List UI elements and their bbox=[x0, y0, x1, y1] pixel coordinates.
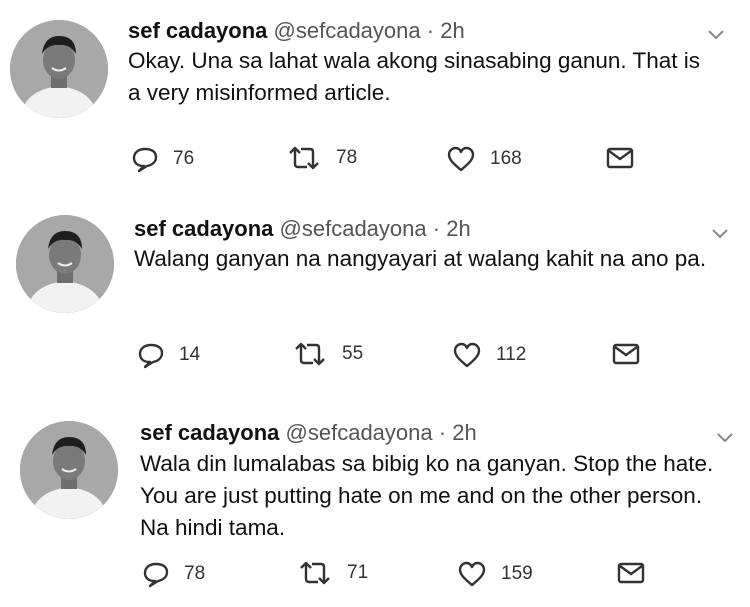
heart-icon bbox=[452, 341, 482, 369]
message-button[interactable] bbox=[617, 562, 645, 584]
separator-dot: · bbox=[438, 420, 447, 445]
chevron-down-icon[interactable] bbox=[710, 226, 730, 240]
avatar[interactable] bbox=[10, 20, 108, 118]
message-button[interactable] bbox=[612, 343, 640, 365]
reply-button[interactable]: 78 bbox=[142, 560, 205, 588]
like-button[interactable]: 159 bbox=[457, 560, 533, 588]
user-handle[interactable]: @sefcadayona bbox=[286, 420, 433, 445]
tweet-text: Wala din lumalabas sa bibig ko na ganyan… bbox=[140, 448, 713, 544]
profile-photo bbox=[16, 215, 114, 313]
tweet[interactable]: sef cadayona @sefcadayona · 2h Wala din … bbox=[0, 400, 750, 607]
retweet-icon bbox=[297, 560, 333, 586]
reply-button[interactable]: 14 bbox=[137, 341, 200, 369]
reply-count: 76 bbox=[173, 148, 195, 169]
timestamp[interactable]: 2h bbox=[440, 18, 464, 43]
retweet-count: 78 bbox=[336, 147, 358, 168]
timestamp[interactable]: 2h bbox=[452, 420, 476, 445]
avatar[interactable] bbox=[20, 421, 118, 519]
reply-icon bbox=[137, 341, 165, 369]
retweet-count: 55 bbox=[342, 343, 364, 364]
envelope-icon bbox=[606, 147, 634, 169]
tweet[interactable]: sef cadayona @sefcadayona · 2h Okay. Una… bbox=[0, 0, 750, 195]
tweet[interactable]: sef cadayona @sefcadayona · 2h Walang ga… bbox=[0, 195, 750, 400]
tweet-text-line: Wala din lumalabas sa bibig ko na ganyan… bbox=[140, 451, 714, 476]
like-count: 168 bbox=[490, 148, 522, 169]
tweet-text-line: You are just putting hate on me and on t… bbox=[140, 483, 703, 508]
retweet-button[interactable]: 78 bbox=[286, 145, 357, 171]
display-name[interactable]: sef cadayona bbox=[128, 18, 267, 43]
reply-button[interactable]: 76 bbox=[131, 145, 194, 173]
display-name[interactable]: sef cadayona bbox=[134, 216, 273, 241]
envelope-icon bbox=[612, 343, 640, 365]
user-handle[interactable]: @sefcadayona bbox=[280, 216, 427, 241]
retweet-icon bbox=[292, 341, 328, 367]
user-handle[interactable]: @sefcadayona bbox=[274, 18, 421, 43]
reply-count: 78 bbox=[184, 563, 206, 584]
retweet-button[interactable]: 71 bbox=[297, 560, 368, 586]
retweet-button[interactable]: 55 bbox=[292, 341, 363, 367]
timestamp[interactable]: 2h bbox=[446, 216, 470, 241]
tweet-text-line: Walang ganyan na nangyayari at walang ka… bbox=[134, 246, 707, 271]
display-name[interactable]: sef cadayona bbox=[140, 420, 279, 445]
profile-photo bbox=[20, 421, 118, 519]
reply-count: 14 bbox=[179, 344, 201, 365]
reply-icon bbox=[131, 145, 159, 173]
separator-dot: · bbox=[426, 18, 435, 43]
chevron-down-icon[interactable] bbox=[706, 27, 726, 41]
like-button[interactable]: 168 bbox=[446, 145, 522, 173]
profile-photo bbox=[10, 20, 108, 118]
heart-icon bbox=[446, 145, 476, 173]
tweet-text: Walang ganyan na nangyayari at walang ka… bbox=[134, 243, 706, 275]
tweet-text-line: Okay. Una sa lahat wala akong sinasabing… bbox=[128, 48, 701, 73]
tweet-header: sef cadayona @sefcadayona · 2h bbox=[140, 420, 477, 446]
message-button[interactable] bbox=[606, 147, 634, 169]
chevron-down-icon[interactable] bbox=[715, 430, 735, 444]
avatar[interactable] bbox=[16, 215, 114, 313]
tweet-header: sef cadayona @sefcadayona · 2h bbox=[134, 216, 471, 242]
envelope-icon bbox=[617, 562, 645, 584]
retweet-count: 71 bbox=[347, 562, 369, 583]
like-count: 112 bbox=[496, 344, 527, 365]
tweet-text-line: a very misinformed article. bbox=[128, 80, 391, 105]
retweet-icon bbox=[286, 145, 322, 171]
separator-dot: · bbox=[432, 216, 441, 241]
like-count: 159 bbox=[501, 563, 533, 584]
tweet-text-line: Na hindi tama. bbox=[140, 515, 286, 540]
reply-icon bbox=[142, 560, 170, 588]
heart-icon bbox=[457, 560, 487, 588]
tweet-header: sef cadayona @sefcadayona · 2h bbox=[128, 18, 465, 44]
tweet-text: Okay. Una sa lahat wala akong sinasabing… bbox=[128, 45, 700, 109]
like-button[interactable]: 112 bbox=[452, 341, 526, 369]
